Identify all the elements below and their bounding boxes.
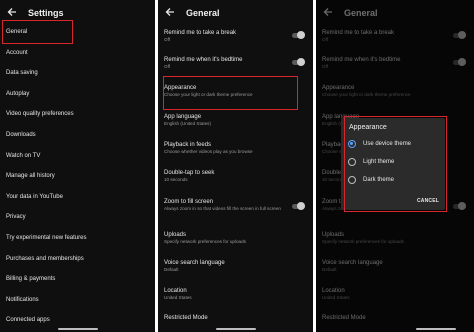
settings-item-privacy[interactable]: Privacy [6,214,26,221]
settings-item-data-saving[interactable]: Data saving [6,70,38,77]
setting-app-language-subtitle: English (United States) [164,121,211,126]
general-header: General [158,0,313,26]
settings-item-video-quality[interactable]: Video quality preferences [6,111,74,118]
highlight-box-appearance [163,76,298,110]
setting-break-reminder-subtitle: Off [164,37,171,42]
highlight-box-general [2,20,73,44]
setting-voice-language-subtitle: Default [164,267,179,272]
setting-playback-feeds-subtitle: Choose whether videos play as you browse [164,149,253,154]
arrow-left-icon[interactable] [6,6,18,18]
settings-item-purchases[interactable]: Purchases and memberships [6,256,84,263]
break-reminder-toggle[interactable] [292,31,305,39]
gesture-nav-bar [416,328,456,330]
page-title: Settings [28,8,64,18]
bedtime-reminder-toggle[interactable] [292,58,305,66]
arrow-left-icon[interactable] [164,6,176,18]
page-title: General [186,8,220,18]
settings-item-manage-history[interactable]: Manage all history [6,173,55,180]
setting-zoom-fill-subtitle: Always zoom in so that videos fill the s… [164,206,281,211]
gesture-nav-bar [58,328,98,330]
settings-item-watch-on-tv[interactable]: Watch on TV [6,153,40,160]
settings-item-notifications[interactable]: Notifications [6,297,39,304]
settings-item-downloads[interactable]: Downloads [6,132,36,139]
settings-item-connected-apps[interactable]: Connected apps [6,317,50,324]
setting-zoom-fill-title[interactable]: Zoom to fill screen [164,199,213,206]
setting-double-tap-title[interactable]: Double-tap to seek [164,170,214,177]
setting-bedtime-reminder-subtitle: Off [164,64,171,69]
settings-item-experimental[interactable]: Try experimental new features [6,235,86,242]
general-screen: General Remind me to take a break Off Re… [158,0,313,332]
zoom-fill-toggle[interactable] [292,202,305,210]
settings-item-account[interactable]: Account [6,50,28,57]
setting-double-tap-subtitle: 10 seconds [164,177,188,182]
setting-uploads-title[interactable]: Uploads [164,232,186,239]
setting-bedtime-reminder-title[interactable]: Remind me when it's bedtime [164,57,243,64]
settings-item-autoplay[interactable]: Autoplay [6,91,29,98]
setting-voice-language-title[interactable]: Voice search language [164,260,225,267]
setting-restricted-mode-title[interactable]: Restricted Mode [164,315,208,322]
setting-uploads-subtitle: Specify network preferences for uploads [164,239,246,244]
settings-screen: Settings General Account Data saving Aut… [0,0,155,332]
setting-app-language-title[interactable]: App language [164,114,201,121]
settings-item-your-data[interactable]: Your data in YouTube [6,194,63,201]
setting-playback-feeds-title[interactable]: Playback in feeds [164,142,211,149]
setting-break-reminder-title[interactable]: Remind me to take a break [164,30,236,37]
settings-item-billing[interactable]: Billing & payments [6,276,55,283]
setting-location-title[interactable]: Location [164,288,187,295]
setting-location-subtitle: United States [164,295,192,300]
highlight-box-dialog [344,116,447,212]
gesture-nav-bar [216,328,256,330]
